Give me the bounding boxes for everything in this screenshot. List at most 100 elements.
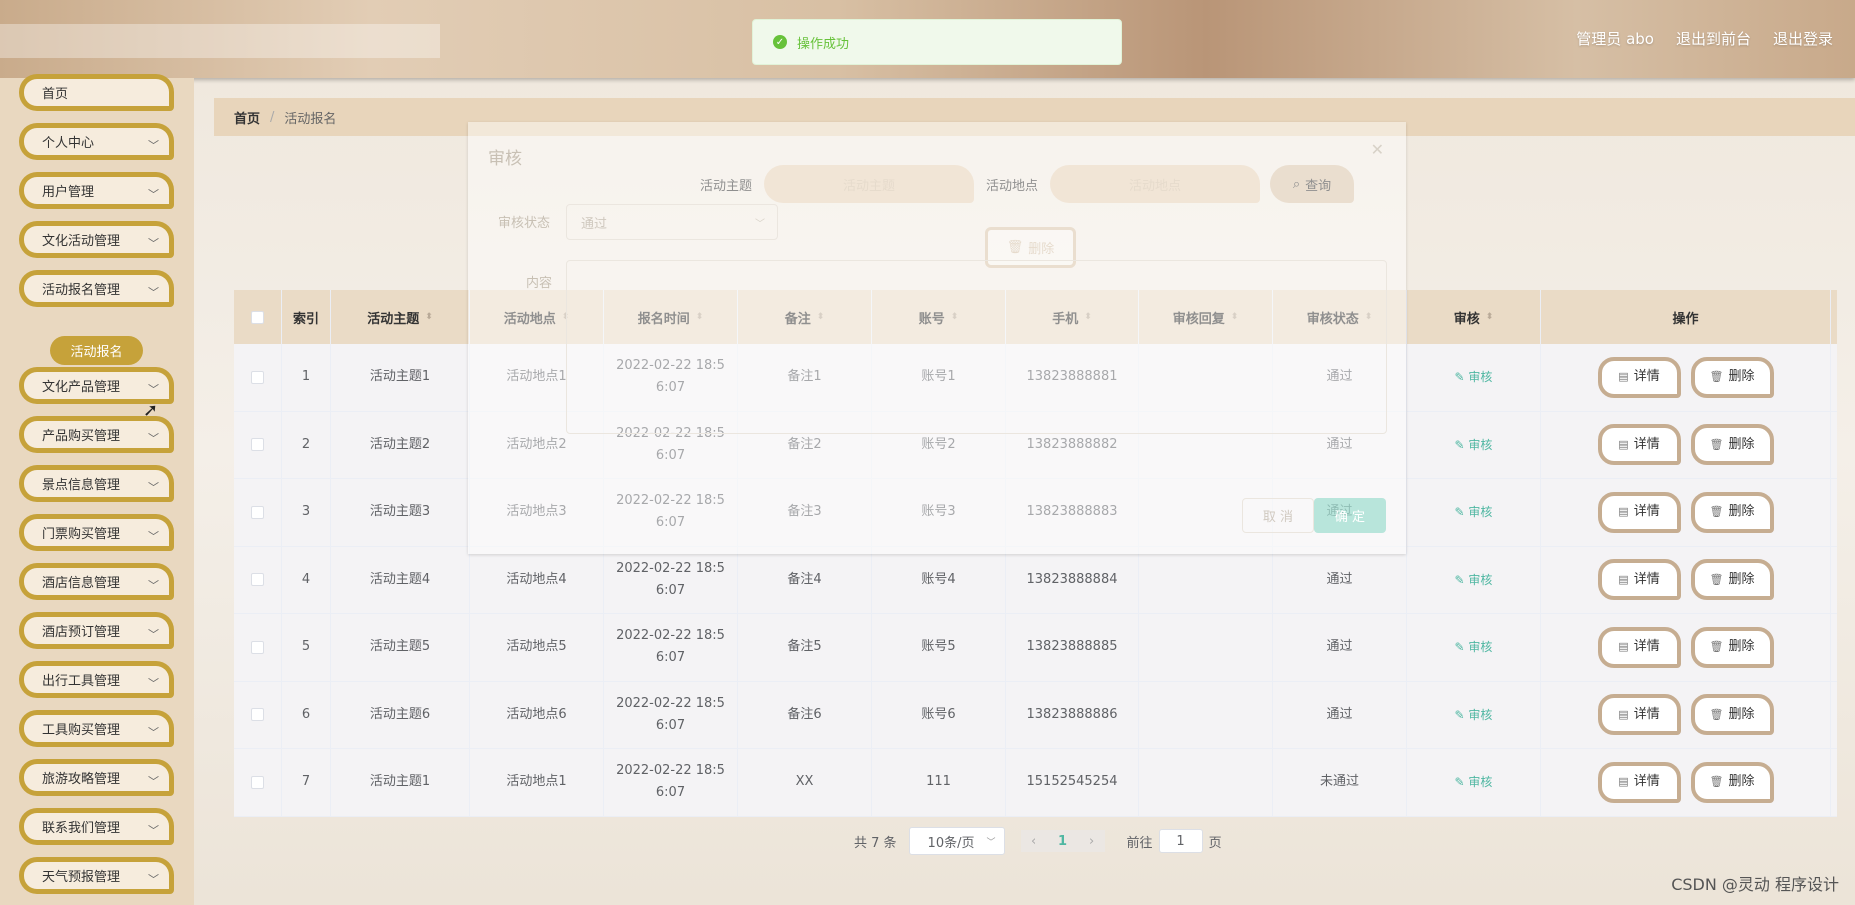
audit-link[interactable]: ✎ 审核 [1455, 771, 1493, 793]
detail-button-label: 详情 [1633, 774, 1660, 790]
sidebar-item-6[interactable]: 产品购买管理 ﹀ [19, 416, 174, 453]
sidebar-item-7[interactable]: 景点信息管理 ﹀ [19, 465, 174, 502]
delete-button[interactable]: 🗑 删除 [1690, 761, 1774, 803]
sidebar-item-3[interactable]: 文化活动管理 ﹀ [19, 221, 174, 258]
detail-button-label: 详情 [1633, 436, 1660, 452]
audit-link[interactable]: ✎ 审核 [1455, 636, 1493, 658]
breadcrumb-home[interactable]: 首页 [234, 108, 260, 127]
delete-button[interactable]: 🗑 删除 [1690, 559, 1774, 601]
column-header[interactable]: 活动地点 ⬍ [470, 290, 604, 344]
delete-button[interactable]: 🗑 删除 [1690, 626, 1774, 668]
sidebar-item-11[interactable]: 出行工具管理 ﹀ [19, 661, 174, 698]
audit-link[interactable]: ✎ 审核 [1455, 501, 1493, 523]
sidebar-item-14[interactable]: 联系我们管理 ﹀ [19, 808, 174, 845]
column-header[interactable]: 审核回复 ⬍ [1139, 290, 1273, 344]
logout-link[interactable]: 退出登录 [1773, 28, 1833, 49]
sidebar-item-4[interactable]: 活动报名管理 ﹀ [19, 270, 174, 307]
time-text: 2022-02-22 18:5 6:07 [616, 760, 725, 804]
sort-icon[interactable]: ⬍ [1084, 312, 1092, 322]
sidebar-item-13[interactable]: 旅游攻略管理 ﹀ [19, 759, 174, 796]
batch-delete-button[interactable]: 🗑 删除 [985, 227, 1076, 268]
sidebar-item-0[interactable]: 首页 [19, 74, 174, 111]
audit-link[interactable]: ✎ 审核 [1455, 569, 1493, 591]
detail-button[interactable]: ▤ 详情 [1597, 424, 1681, 466]
column-header[interactable]: 报名时间 ⬍ [604, 290, 738, 344]
goto-page-input[interactable]: 1 [1158, 829, 1203, 853]
cell-reply [1139, 546, 1273, 613]
cell-phone: 13823888882 [1006, 411, 1139, 478]
cell-text: 13823888881 [1026, 369, 1118, 385]
cell-text: 活动主题6 [369, 706, 431, 722]
close-icon[interactable]: ✕ [1371, 140, 1384, 159]
submenu-item-activity-signup[interactable]: 活动报名 [50, 336, 143, 365]
sidebar-item-5[interactable]: 文化产品管理 ﹀ [19, 367, 174, 404]
page-size-select[interactable]: 10条/页 ﹀ [908, 827, 1005, 855]
time-line: 2022-02-22 18:5 [616, 763, 725, 779]
cell-text: 备注2 [787, 436, 822, 452]
sidebar-item-1[interactable]: 个人中心 ﹀ [19, 123, 174, 160]
sidebar-item-15[interactable]: 天气预报管理 ﹀ [19, 857, 174, 894]
column-header[interactable]: 审核 ⬍ [1407, 290, 1541, 344]
page-number-button[interactable]: 1 [1046, 830, 1079, 852]
column-header[interactable]: 备注 ⬍ [738, 290, 872, 344]
trash-icon: 🗑 [1709, 640, 1724, 654]
delete-button[interactable]: 🗑 删除 [1690, 424, 1774, 466]
sidebar-item-12[interactable]: 工具购买管理 ﹀ [19, 710, 174, 747]
row-checkbox[interactable] [251, 708, 264, 722]
delete-button-label: 删除 [1728, 504, 1755, 520]
detail-button[interactable]: ▤ 详情 [1597, 559, 1681, 601]
sidebar-item-8[interactable]: 门票购买管理 ﹀ [19, 514, 174, 551]
audit-link[interactable]: ✎ 审核 [1455, 434, 1493, 456]
sort-icon[interactable]: ⬍ [817, 312, 825, 322]
next-page-button[interactable]: › [1078, 830, 1105, 852]
audit-link[interactable]: ✎ 审核 [1455, 366, 1493, 388]
query-button[interactable]: ⌕ 查询 [1270, 165, 1355, 203]
cell-time: 2022-02-22 18:5 6:07 [604, 614, 738, 681]
detail-button[interactable]: ▤ 详情 [1597, 626, 1681, 668]
row-checkbox[interactable] [251, 438, 264, 452]
detail-button[interactable]: ▤ 详情 [1597, 356, 1681, 398]
cell-note: 备注3 [738, 479, 872, 546]
document-icon: ▤ [1618, 437, 1629, 451]
sort-icon[interactable]: ⬍ [1365, 312, 1373, 322]
sort-icon[interactable]: ⬍ [562, 312, 570, 322]
sidebar-item-10[interactable]: 酒店预订管理 ﹀ [19, 612, 174, 649]
row-checkbox[interactable] [251, 640, 264, 654]
back-to-frontend-link[interactable]: 退出到前台 [1676, 28, 1751, 49]
sort-icon[interactable]: ⬍ [1486, 312, 1494, 322]
delete-button[interactable]: 🗑 删除 [1690, 356, 1774, 398]
cell-account: 账号4 [872, 546, 1006, 613]
audit-status-select[interactable]: 通过 ﹀ [566, 204, 778, 240]
sort-icon[interactable]: ⬍ [1231, 312, 1239, 322]
column-header[interactable]: 账号 ⬍ [872, 290, 1006, 344]
sort-icon[interactable]: ⬍ [696, 312, 704, 322]
column-header[interactable]: 手机 ⬍ [1006, 290, 1139, 344]
table-row: 6 活动主题6 活动地点6 2022-02-22 18:5 6:07 备注6 账号6 1382… [234, 681, 1837, 749]
row-select-cell [234, 546, 282, 613]
column-header[interactable]: 审核状态 ⬍ [1273, 290, 1407, 344]
place-search-input[interactable]: 活动地点 [1050, 165, 1261, 203]
select-all-checkbox[interactable] [251, 310, 264, 324]
delete-button[interactable]: 🗑 删除 [1690, 491, 1774, 533]
column-header-label: 审核 [1453, 311, 1480, 327]
sort-icon[interactable]: ⬍ [951, 312, 959, 322]
topic-search-input[interactable]: 活动主题 [764, 165, 975, 203]
delete-button[interactable]: 🗑 删除 [1690, 694, 1774, 736]
detail-button[interactable]: ▤ 详情 [1597, 491, 1681, 533]
audit-link[interactable]: ✎ 审核 [1455, 704, 1493, 726]
detail-button[interactable]: ▤ 详情 [1597, 761, 1681, 803]
time-text: 2022-02-22 18:5 6:07 [616, 558, 725, 602]
sidebar-item-2[interactable]: 用户管理 ﹀ [19, 172, 174, 209]
row-checkbox[interactable] [251, 505, 264, 519]
chevron-down-icon: ﹀ [148, 286, 159, 299]
prev-page-button[interactable]: ‹ [1020, 830, 1047, 852]
row-checkbox[interactable] [251, 775, 264, 789]
row-checkbox[interactable] [251, 370, 264, 384]
column-header[interactable]: 活动主题 ⬍ [331, 290, 470, 344]
row-checkbox[interactable] [251, 573, 264, 587]
sort-icon[interactable]: ⬍ [425, 312, 433, 322]
document-icon: ▤ [1618, 640, 1629, 654]
sidebar-item-9[interactable]: 酒店信息管理 ﹀ [19, 563, 174, 600]
detail-button[interactable]: ▤ 详情 [1597, 694, 1681, 736]
search-bar: 活动主题 活动主题 活动地点 活动地点 ⌕ 查询 [700, 165, 1355, 203]
